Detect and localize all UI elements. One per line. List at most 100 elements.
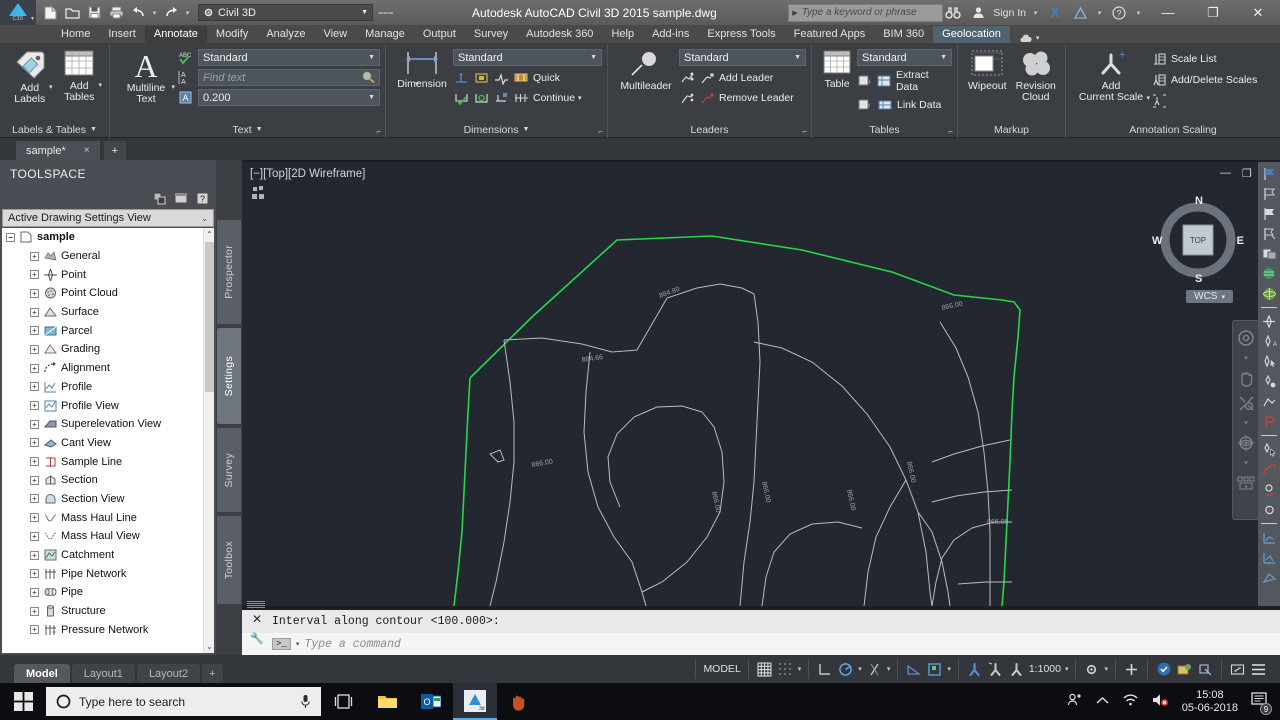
expand-icon[interactable]: + [30,569,39,579]
panel-title-tables[interactable]: Tables ⌐ [812,121,957,138]
viewport-maximize-icon[interactable]: ❐ [1242,167,1252,180]
add-labels-button[interactable]: Add Labels ▾ [5,47,55,105]
dimension-style-combo[interactable]: Standard ▼ [453,49,602,66]
panel-title-dimensions[interactable]: Dimensions ▼ ⌐ [386,121,607,138]
drawing-canvas[interactable]: [−][Top][2D Wireframe] 884.80 884.66 866… [242,162,1280,606]
tree-node-structure[interactable]: + Structure [2,602,214,621]
link-data-label[interactable]: Link Data [897,99,941,111]
profile-view-icon[interactable] [1260,549,1278,566]
search-binoculars-icon[interactable] [943,3,963,23]
drawing-tab-sample[interactable]: sample* × [16,141,100,160]
search-magnifier-icon[interactable] [362,71,375,85]
ribbon-tab-express-tools[interactable]: Express Tools [698,26,784,43]
hardware-acceleration-icon[interactable] [1123,661,1140,678]
clean-screen-icon[interactable] [1197,661,1214,678]
text-height-combo[interactable]: 0.200 ▼ [198,89,380,106]
application-menu-button[interactable]: C3D ▾ [0,0,36,25]
tree-node-point[interactable]: + Point [2,265,214,284]
find-text-icon[interactable]: AA [177,69,194,86]
command-line-grip[interactable] [247,601,265,608]
tree-node-alignment[interactable]: + Alignment [2,359,214,378]
undo-dropdown-icon[interactable]: ▾ [150,3,159,23]
open-icon[interactable] [62,3,82,23]
panel-dialog-launcher-icon[interactable]: ⌐ [802,127,807,136]
help-icon[interactable]: ? [194,191,210,206]
pipe-network-icon[interactable] [1260,501,1278,518]
scale-dropdown-icon[interactable]: ▾ [1065,665,1069,673]
annotation-scale-value[interactable]: 1:1000 [1029,663,1061,675]
ribbon-tab-manage[interactable]: Manage [356,26,414,43]
link-data-icon[interactable] [877,96,894,113]
expand-icon[interactable]: + [30,438,39,448]
properties-icon[interactable] [173,191,189,206]
customization-icon[interactable] [1250,661,1267,678]
expand-icon[interactable]: + [30,401,39,411]
volume-muted-icon[interactable] [1152,693,1169,710]
tree-node-superelevation-view[interactable]: + Superelevation View [2,415,214,434]
dim-continue-label[interactable]: Continue [533,92,575,104]
pan-hand-icon[interactable] [1236,369,1256,387]
dim-oblique-icon[interactable] [493,89,510,106]
viewport-minimize-icon[interactable]: — [1220,167,1231,180]
autodesk-a360-icon[interactable] [1070,3,1090,23]
add-current-scale-button[interactable]: + Add Current Scale ▾ [1071,47,1151,103]
panel-dialog-launcher-icon[interactable]: ⌐ [948,127,953,136]
dim-update-icon[interactable] [473,69,490,86]
tree-node-grading[interactable]: + Grading [2,340,214,359]
steering-wheel-icon[interactable] [1236,329,1256,347]
viewcube-east-label[interactable]: E [1237,235,1244,247]
sign-in-label[interactable]: Sign In [993,7,1026,19]
expand-icon[interactable]: + [30,326,39,336]
panel-dialog-launcher-icon[interactable]: ⌐ [376,127,381,136]
wifi-icon[interactable] [1122,693,1139,710]
ribbon-tab-survey[interactable]: Survey [465,26,517,43]
vtab-settings[interactable]: Settings [217,328,241,424]
zoom-dropdown-icon[interactable]: ▾ [1236,419,1256,427]
expand-icon[interactable]: + [30,625,39,635]
plot-icon[interactable] [106,3,126,23]
model-space-indicator[interactable]: MODEL [695,659,747,679]
tree-node-pipe[interactable]: + Pipe [2,583,214,602]
expand-icon[interactable]: + [30,513,39,523]
expand-icon[interactable]: + [30,382,39,392]
ribbon-tab-autodesk360[interactable]: Autodesk 360 [517,26,602,43]
remove-leader-icon[interactable] [699,89,716,106]
ribbon-tab-insert[interactable]: Insert [99,26,145,43]
ribbon-tab-featured-apps[interactable]: Featured Apps [785,26,875,43]
scale-list-row[interactable]: Scale List [1151,50,1257,67]
workspace-dropdown-icon[interactable]: ▾ [1104,665,1108,673]
new-drawing-tab-button[interactable]: + [103,141,127,160]
table-button[interactable]: Table [817,47,857,90]
point-group-icon[interactable] [1260,373,1278,390]
toolspace-tree[interactable]: − sample + General + Point + Point Cloud + Surf… [2,228,214,653]
chevron-down-icon[interactable]: ▾ [171,83,175,91]
tree-node-point-cloud[interactable]: + Point Cloud [2,284,214,303]
section-view-icon[interactable] [1260,529,1278,546]
vtab-toolbox[interactable]: Toolbox [217,516,241,604]
panel-dialog-launcher-icon[interactable]: ⌐ [598,127,603,136]
expand-icon[interactable]: + [30,606,39,616]
align-leader-icon[interactable] [679,69,696,86]
toolspace-scrollbar[interactable]: ⌃ ⌄ [203,228,214,653]
tree-node-surface[interactable]: + Surface [2,303,214,322]
viewcube-north-label[interactable]: N [1195,195,1203,207]
action-center-icon[interactable]: 9 [1251,691,1272,715]
expand-icon[interactable]: + [30,251,39,261]
redo-dropdown-icon[interactable]: ▾ [183,3,192,23]
tree-node-profile-view[interactable]: + Profile View [2,396,214,415]
globe-map-icon[interactable] [1260,265,1278,282]
expand-icon[interactable]: + [30,550,39,560]
ribbon-tab-addins[interactable]: Add-ins [643,26,698,43]
dim-jogged-icon[interactable] [493,69,510,86]
autoscale-icon[interactable] [987,661,1004,678]
panel-title-labels-tables[interactable]: Labels & Tables ▼ [0,121,109,138]
tree-node-cant-view[interactable]: + Cant View [2,434,214,453]
ortho-mode-icon[interactable] [816,661,833,678]
tree-node-section[interactable]: + Section [2,471,214,490]
add-leader-icon[interactable] [699,69,716,86]
tree-node-pipe-network[interactable]: + Pipe Network [2,564,214,583]
multileader-style-combo[interactable]: Standard ▼ [679,49,806,66]
new-layout-button[interactable]: + [202,664,223,683]
polar-dropdown-icon[interactable]: ▾ [858,665,862,673]
file-explorer-icon[interactable] [365,683,409,720]
